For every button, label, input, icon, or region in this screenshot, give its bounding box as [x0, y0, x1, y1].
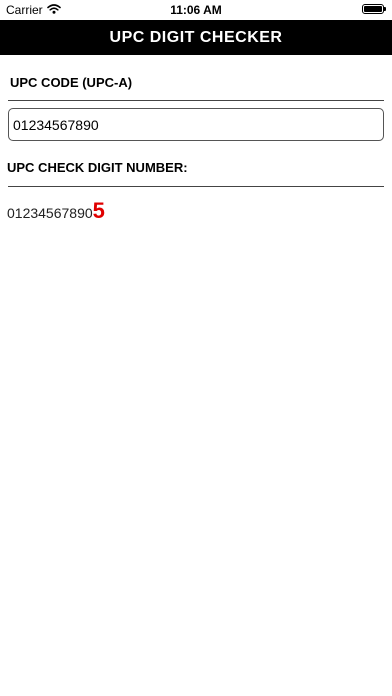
- upc-code-label: UPC CODE (UPC-A): [10, 75, 133, 90]
- battery-level: [364, 6, 382, 12]
- battery-icon: [362, 4, 386, 14]
- upc-code-input[interactable]: [8, 108, 384, 141]
- status-bar: Carrier 11:06 AM: [0, 0, 392, 20]
- result-code: 01234567890: [7, 205, 93, 221]
- divider: [8, 100, 384, 101]
- result-check-digit: 5: [92, 198, 105, 223]
- check-digit-result: 012345678905: [7, 198, 105, 224]
- divider: [8, 186, 384, 187]
- check-digit-label: UPC CHECK DIGIT NUMBER:: [7, 160, 188, 175]
- status-right: [362, 4, 386, 14]
- status-time: 11:06 AM: [170, 3, 222, 17]
- page-title: UPC DIGIT CHECKER: [0, 20, 392, 55]
